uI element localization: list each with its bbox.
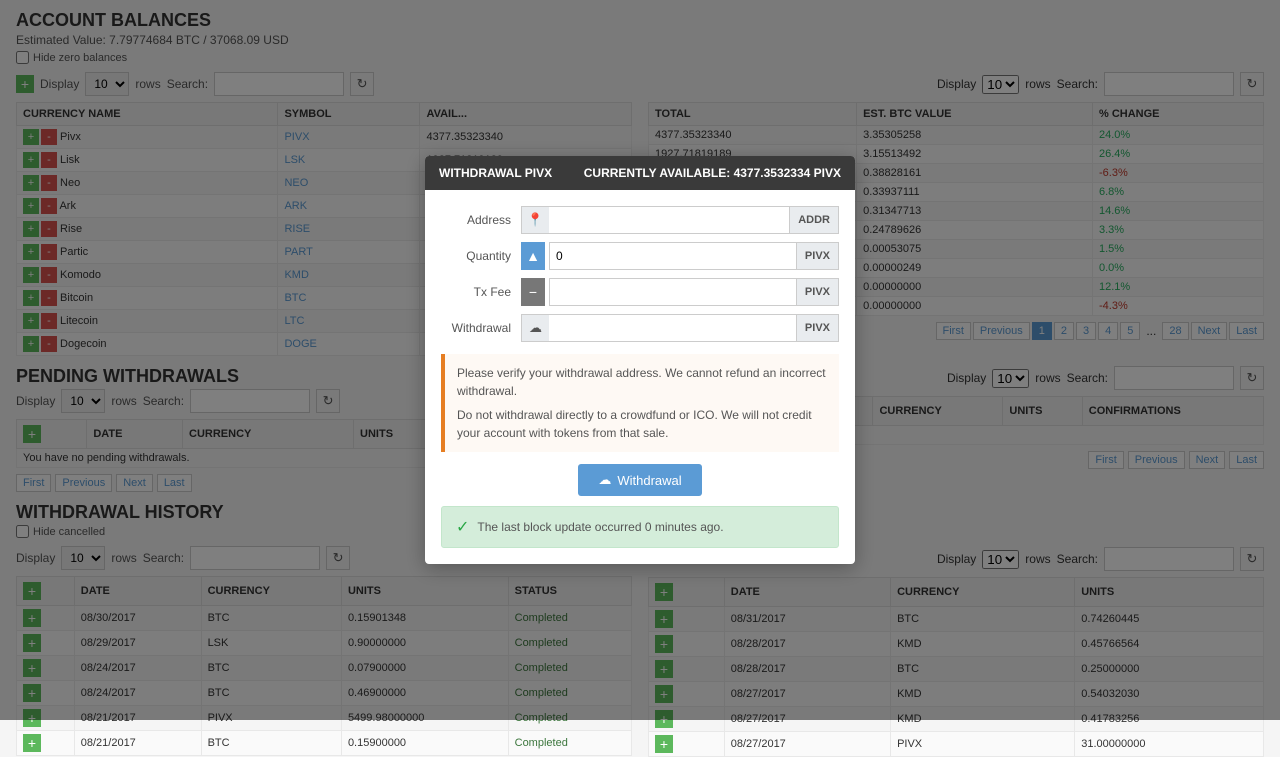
- txfee-input-group: − 0.02000000 PIVX: [521, 278, 839, 306]
- withdrawal-btn-label: Withdrawal: [617, 473, 681, 488]
- withdrawal-modal: WITHDRAWAL PIVX CURRENTLY AVAILABLE: 437…: [425, 156, 855, 564]
- status-check-icon: ✓: [456, 517, 469, 537]
- txfee-input[interactable]: 0.02000000: [549, 278, 797, 306]
- dh-currency-cell: PIVX: [891, 732, 1075, 757]
- dh-plus-cell: +: [649, 732, 725, 757]
- dh-row-add[interactable]: +: [655, 735, 673, 753]
- table-row: + 08/27/2017 PIVX 31.00000000: [649, 732, 1264, 757]
- withdrawal-input-group: ☁ -0.02000000 PIVX: [521, 314, 839, 342]
- wh-status-cell: Completed: [508, 731, 631, 756]
- status-message: The last block update occurred 0 minutes…: [477, 520, 723, 534]
- withdrawal-suffix: PIVX: [797, 314, 839, 342]
- modal-body: Address 📍 ADDR Quantity ▲ PIVX Tx Fee: [425, 190, 855, 564]
- modal-available-value: 4377.3532334 PIVX: [734, 166, 841, 180]
- address-input[interactable]: [549, 206, 790, 234]
- modal-title: WITHDRAWAL PIVX: [439, 166, 552, 180]
- address-input-group: 📍 ADDR: [521, 206, 839, 234]
- withdrawal-cloud-icon: ☁: [521, 314, 549, 342]
- withdrawal-row: Withdrawal ☁ -0.02000000 PIVX: [441, 314, 839, 342]
- quantity-suffix: PIVX: [797, 242, 839, 270]
- txfee-row: Tx Fee − 0.02000000 PIVX: [441, 278, 839, 306]
- modal-overlay: WITHDRAWAL PIVX CURRENTLY AVAILABLE: 437…: [0, 0, 1280, 720]
- wh-date-cell: 08/21/2017: [74, 731, 201, 756]
- quantity-label: Quantity: [441, 249, 521, 263]
- quantity-input-group: ▲ PIVX: [521, 242, 839, 270]
- quantity-input[interactable]: [549, 242, 797, 270]
- withdrawal-input[interactable]: -0.02000000: [549, 314, 797, 342]
- table-row: + 08/21/2017 BTC 0.15900000 Completed: [17, 731, 632, 756]
- address-icon: 📍: [521, 206, 549, 234]
- txfee-minus-btn[interactable]: −: [521, 278, 545, 306]
- txfee-suffix: PIVX: [797, 278, 839, 306]
- address-label: Address: [441, 213, 521, 227]
- wh-row-add[interactable]: +: [23, 734, 41, 752]
- warning-text-1: Please verify your withdrawal address. W…: [457, 364, 827, 400]
- warning-text-2: Do not withdrawal directly to a crowdfun…: [457, 406, 827, 442]
- status-bar: ✓ The last block update occurred 0 minut…: [441, 506, 839, 548]
- dh-date-cell: 08/27/2017: [724, 732, 890, 757]
- txfee-label: Tx Fee: [441, 285, 521, 299]
- dh-units-cell: 31.00000000: [1075, 732, 1264, 757]
- cloud-upload-icon: ☁: [598, 472, 611, 488]
- addr-btn[interactable]: ADDR: [790, 206, 839, 234]
- wh-units-cell: 0.15900000: [341, 731, 508, 756]
- quantity-max-btn[interactable]: ▲: [521, 242, 545, 270]
- modal-header: WITHDRAWAL PIVX CURRENTLY AVAILABLE: 437…: [425, 156, 855, 190]
- modal-available: CURRENTLY AVAILABLE: 4377.3532334 PIVX: [584, 166, 841, 180]
- wh-currency-cell: BTC: [201, 731, 341, 756]
- quantity-row: Quantity ▲ PIVX: [441, 242, 839, 270]
- warning-box: Please verify your withdrawal address. W…: [441, 354, 839, 452]
- modal-available-label: CURRENTLY AVAILABLE:: [584, 166, 730, 180]
- wh-plus-cell: +: [17, 731, 75, 756]
- withdrawal-label: Withdrawal: [441, 321, 521, 335]
- address-row: Address 📍 ADDR: [441, 206, 839, 234]
- withdrawal-submit-btn[interactable]: ☁ Withdrawal: [578, 464, 701, 496]
